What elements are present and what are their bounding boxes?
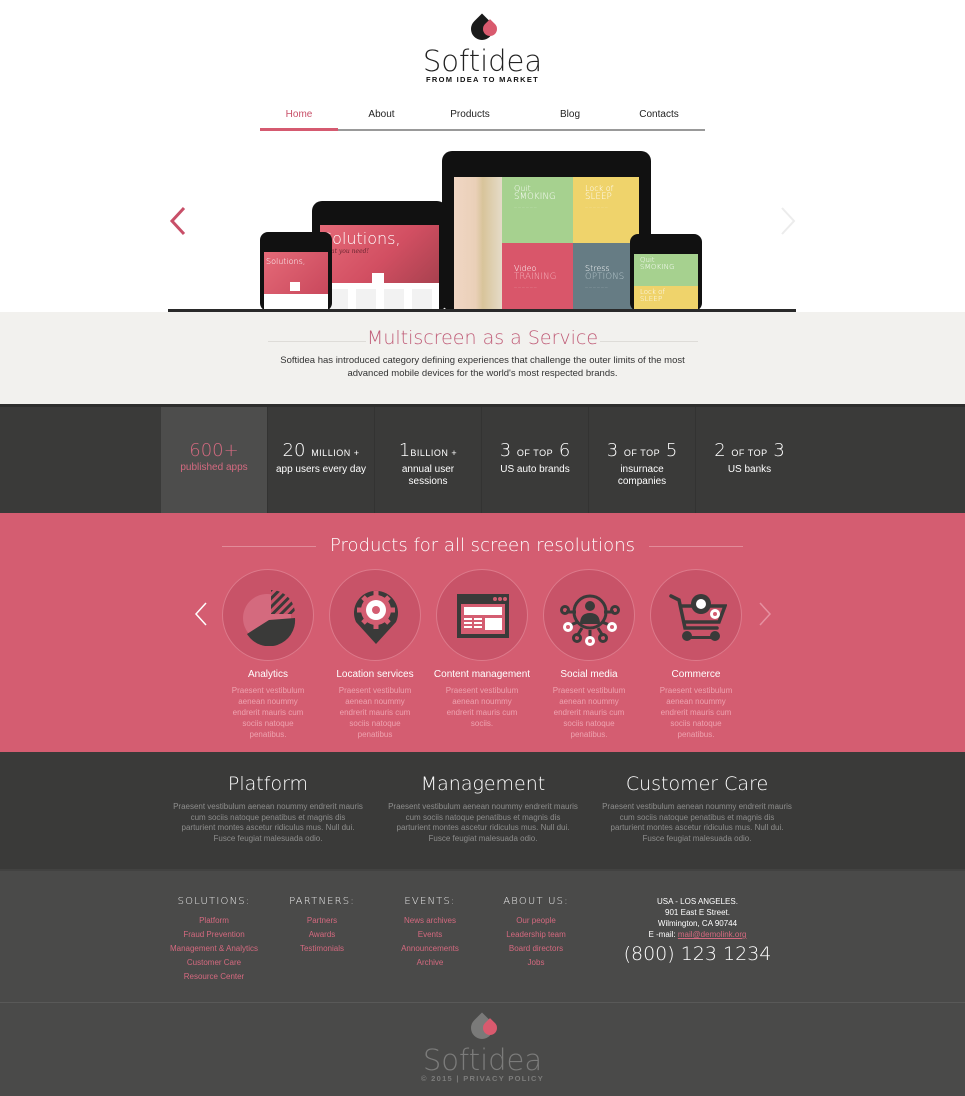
location-gear-icon <box>354 590 398 644</box>
product-social-media[interactable]: Social media Praesent vestibulum aenean … <box>535 569 643 740</box>
feature-platform: Platform Praesent vestibulum aenean noum… <box>173 773 363 843</box>
footer-link[interactable]: Management & Analytics <box>164 942 264 956</box>
logo[interactable]: Softidea FROM IDEA TO MARKET <box>420 12 545 84</box>
ipad-device-image: Solutions, what you need! <box>312 201 447 311</box>
stats-bar: 600+ published apps 20 MILLION + app use… <box>0 404 965 513</box>
stat-app-users: 20 MILLION + app users every day <box>268 407 375 513</box>
footer-link[interactable]: News archives <box>390 914 470 928</box>
footer-contact: USA - LOS ANGELES. 901 East E Street. Wi… <box>620 896 775 966</box>
footer-link[interactable]: Announcements <box>390 942 470 956</box>
footer-link[interactable]: Fraud Prevention <box>164 928 264 942</box>
features-section: Platform Praesent vestibulum aenean noum… <box>0 752 965 869</box>
woman-photo <box>454 177 502 311</box>
stat-user-sessions: 1BILLION + annual user sessions <box>375 407 482 513</box>
multiscreen-section: Multiscreen as a Service Softidea has in… <box>0 312 965 404</box>
email-link[interactable]: mail@demolink.org <box>678 930 747 939</box>
footer-link[interactable]: Board directors <box>496 942 576 956</box>
footer-link[interactable]: Jobs <box>496 956 576 970</box>
footer-col-partners: PARTNERS: Partners Awards Testimonials <box>282 896 362 956</box>
logo-name: Softidea <box>422 44 543 78</box>
footer-link[interactable]: Our people <box>496 914 576 928</box>
products-title: Products for all screen resolutions <box>330 535 635 556</box>
nav-products[interactable]: Products <box>425 104 515 129</box>
nav-contacts[interactable]: Contacts <box>625 104 693 129</box>
footer-link[interactable]: Customer Care <box>164 956 264 970</box>
phone-right-device-image: Quit SMOKING Lock of SLEEP <box>630 234 702 311</box>
pie-chart-icon <box>243 590 296 646</box>
footer-col-about: ABOUT US: Our people Leadership team Boa… <box>496 896 576 970</box>
footer-link[interactable]: Platform <box>164 914 264 928</box>
stat-banks: 2 OF TOP 3 US banks <box>714 440 785 475</box>
products-next-chevron-right-icon[interactable] <box>757 601 773 627</box>
main-nav: Home About Products Blog Contacts <box>260 104 705 131</box>
tablet-device-image: Quit SMOKING — — — — — — Lock of SLEEP —… <box>442 151 651 311</box>
stat-insurance: 3 OF TOP 5 insurnace companies <box>589 407 696 513</box>
product-location-services[interactable]: Location services Praesent vestibulum ae… <box>321 569 429 740</box>
footer-col-solutions: SOLUTIONS: Platform Fraud Prevention Man… <box>164 896 264 984</box>
slider-prev-chevron-left-icon[interactable] <box>168 206 188 236</box>
multiscreen-title: Multiscreen as a Service <box>366 327 599 349</box>
product-analytics[interactable]: Analytics Praesent vestibulum aenean nou… <box>214 569 322 740</box>
tile-quit-smoking: Quit SMOKING — — — — — — <box>502 177 573 243</box>
logo-drops-icon <box>463 12 503 46</box>
copyright-privacy-link[interactable]: © 2015 | PRIVACY POLICY <box>420 1074 545 1083</box>
shopping-cart-icon <box>669 594 727 641</box>
footer-link[interactable]: Leadership team <box>496 928 576 942</box>
phone-number: (800) 123 1234 <box>623 943 772 965</box>
nav-about[interactable]: About <box>338 104 425 129</box>
products-prev-chevron-left-icon[interactable] <box>193 601 209 627</box>
phone-left-device-image: Solutions, <box>260 232 332 311</box>
stat-auto-brands: 3 OF TOP 6 US auto brands <box>482 407 589 513</box>
title-rule-right <box>649 546 743 547</box>
footer-link[interactable]: Partners <box>282 914 362 928</box>
products-section: Products for all screen resolutions Anal… <box>0 513 965 752</box>
feature-management: Management Praesent vestibulum aenean no… <box>388 773 578 843</box>
browser-window-icon <box>457 594 509 638</box>
logo-tagline: FROM IDEA TO MARKET <box>425 75 540 84</box>
nav-home[interactable]: Home <box>260 104 338 131</box>
feature-customer-care: Customer Care Praesent vestibulum aenean… <box>602 773 792 843</box>
nav-blog[interactable]: Blog <box>515 104 625 129</box>
footer-col-events: EVENTS: News archives Events Announcemen… <box>390 896 470 970</box>
multiscreen-text: Softidea has introduced category definin… <box>280 355 685 379</box>
product-commerce[interactable]: Commerce Praesent vestibulum aenean noum… <box>642 569 750 740</box>
product-content-management[interactable]: Content management Praesent vestibulum a… <box>428 569 536 729</box>
stat-published-apps: 600+ published apps <box>161 407 268 513</box>
footer-link[interactable]: Resource Center <box>164 970 264 984</box>
site-header: Softidea FROM IDEA TO MARKET Home About … <box>0 0 965 140</box>
tile-video-training: Video TRAINING — — — — — — <box>502 243 573 311</box>
footer: SOLUTIONS: Platform Fraud Prevention Man… <box>0 869 965 1002</box>
hero-slider: Quit SMOKING — — — — — — Lock of SLEEP —… <box>0 140 965 312</box>
footer-link[interactable]: Archive <box>390 956 470 970</box>
logo-drops-icon <box>463 1011 503 1045</box>
social-network-icon <box>560 594 620 646</box>
footer-link[interactable]: Awards <box>282 928 362 942</box>
bottom-bar: Softidea © 2015 | PRIVACY POLICY <box>0 1002 965 1096</box>
tile-lock-of-sleep: Lock of SLEEP — — — — — — <box>573 177 639 243</box>
footer-link[interactable]: Testimonials <box>282 942 362 956</box>
slider-next-chevron-right-icon[interactable] <box>778 206 798 236</box>
footer-link[interactable]: Events <box>390 928 470 942</box>
footer-logo[interactable]: Softidea © 2015 | PRIVACY POLICY <box>420 1011 545 1083</box>
title-rule-right <box>600 341 698 342</box>
